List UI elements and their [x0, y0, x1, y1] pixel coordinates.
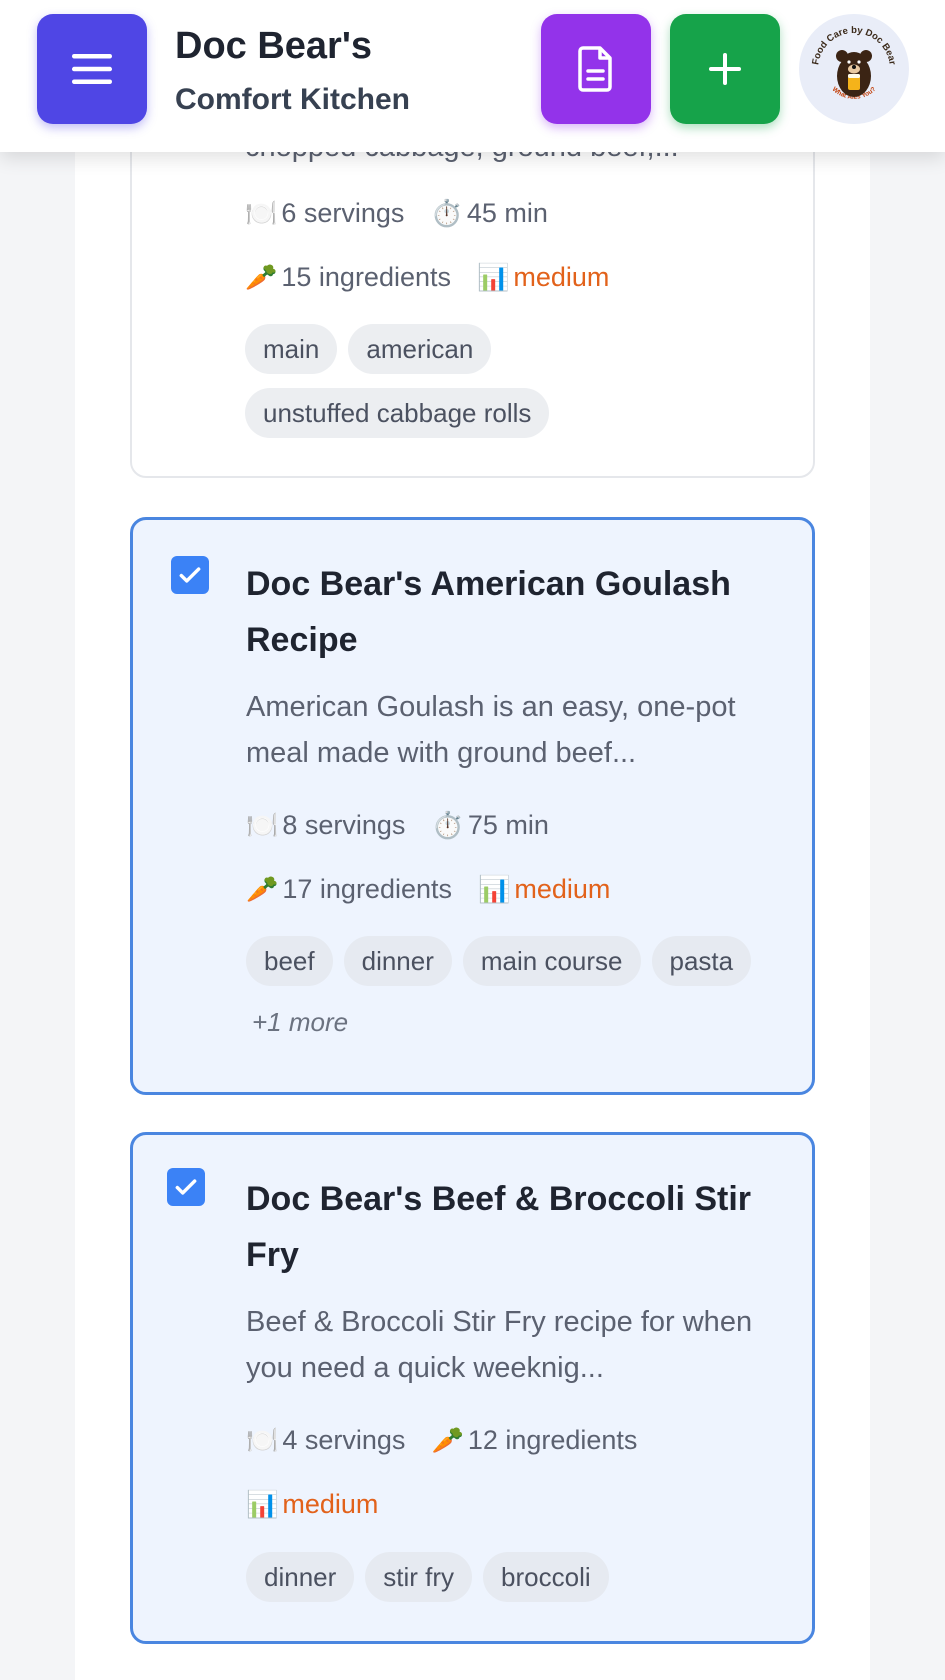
- difficulty-info: 📊 medium: [477, 257, 609, 297]
- add-recipe-button[interactable]: [670, 14, 780, 124]
- time-label: 75 min: [467, 810, 549, 840]
- difficulty-label: medium: [513, 262, 610, 292]
- more-tags-label: +1 more: [252, 1007, 349, 1037]
- hamburger-icon: [72, 54, 112, 84]
- recipe-description: American Goulash is an easy, one-pot mea…: [246, 691, 736, 769]
- profile-logo[interactable]: Food Care by Doc Bear What Ales You?: [799, 14, 909, 124]
- recipe-meta-row: 🍽️ 6 servings ⏱️ 45 min: [245, 193, 574, 233]
- carrot-icon: 🥕: [431, 1425, 464, 1455]
- recipe-meta-row: 🍽️ 4 servings 🥕 12 ingredients: [246, 1420, 663, 1460]
- ingredients-label: 12 ingredients: [467, 1425, 638, 1455]
- tag: beef: [246, 936, 333, 986]
- plate-icon: 🍽️: [246, 1425, 279, 1455]
- recipe-meta-row: 🥕 17 ingredients 📊 medium: [246, 869, 636, 909]
- tag: american: [348, 324, 492, 374]
- app-subtitle: Comfort Kitchen: [175, 83, 410, 116]
- servings-label: 4 servings: [282, 1425, 406, 1455]
- select-checkbox[interactable]: [167, 1168, 205, 1206]
- timer-icon: ⏱️: [431, 810, 464, 840]
- ingredients-label: 17 ingredients: [282, 874, 452, 904]
- tag-list: dinner stir fry broccoli: [246, 1552, 806, 1616]
- servings-label: 6 servings: [281, 198, 405, 228]
- difficulty-label: medium: [282, 1489, 379, 1519]
- difficulty-label: medium: [514, 874, 611, 904]
- tag: broccoli: [483, 1552, 609, 1602]
- carrot-icon: 🥕: [245, 262, 278, 292]
- recipe-meta-row: 🥕 15 ingredients 📊 medium: [245, 257, 635, 297]
- servings-info: 🍽️ 4 servings: [246, 1420, 405, 1460]
- timer-icon: ⏱️: [430, 198, 463, 228]
- carrot-icon: 🥕: [246, 874, 279, 904]
- app-title: Doc Bear's: [175, 25, 373, 67]
- tag: main course: [462, 936, 641, 986]
- plus-icon: [709, 53, 741, 85]
- bar-chart-icon: 📊: [246, 1489, 279, 1519]
- servings-info: 🍽️ 8 servings: [246, 805, 405, 845]
- ingredients-info: 🥕 12 ingredients: [431, 1420, 637, 1460]
- recipe-card[interactable]: Doc Bear's American Goulash Recipe Ameri…: [130, 517, 815, 1095]
- app-header: Doc Bear's Comfort Kitchen Food Care by …: [0, 0, 945, 152]
- time-label: 45 min: [466, 198, 548, 228]
- tag-list: beef dinner main course pasta +1 more: [246, 936, 806, 1050]
- tag: unstuffed cabbage rolls: [245, 388, 550, 438]
- check-icon: [175, 1179, 197, 1195]
- ingredients-label: 15 ingredients: [281, 262, 451, 292]
- tag: stir fry: [365, 1552, 473, 1602]
- tag: dinner: [246, 1552, 355, 1602]
- tag: main: [245, 324, 338, 374]
- document-button[interactable]: [541, 14, 651, 124]
- recipe-card[interactable]: Doc Bear's Beef & Broccoli Stir Fry Beef…: [130, 1132, 815, 1644]
- recipe-meta-row: 📊 medium: [246, 1484, 404, 1524]
- recipe-description: Beef & Broccoli Stir Fry recipe for when…: [246, 1306, 753, 1384]
- recipe-title[interactable]: Doc Bear's American Goulash Recipe: [246, 556, 786, 668]
- ingredients-info: 🥕 15 ingredients: [245, 257, 451, 297]
- difficulty-info: 📊 medium: [478, 869, 610, 909]
- servings-label: 8 servings: [282, 810, 406, 840]
- time-info: ⏱️ 75 min: [431, 805, 548, 845]
- servings-info: 🍽️ 6 servings: [245, 193, 404, 233]
- menu-button[interactable]: [37, 14, 147, 124]
- tag-list: main american unstuffed cabbage rolls: [245, 324, 805, 452]
- plate-icon: 🍽️: [246, 810, 279, 840]
- plate-icon: 🍽️: [245, 198, 278, 228]
- difficulty-info: 📊 medium: [246, 1484, 378, 1524]
- brand: Doc Bear's Comfort Kitchen: [175, 22, 410, 122]
- recipe-meta-row: 🍽️ 8 servings ⏱️ 75 min: [246, 805, 575, 845]
- tag: dinner: [343, 936, 452, 986]
- ingredients-info: 🥕 17 ingredients: [246, 869, 452, 909]
- tag: pasta: [651, 936, 752, 986]
- bear-logo-icon: Food Care by Doc Bear What Ales You?: [804, 19, 904, 119]
- check-icon: [179, 567, 201, 583]
- recipe-title[interactable]: Doc Bear's Beef & Broccoli Stir Fry: [246, 1171, 786, 1283]
- document-icon: [578, 46, 612, 92]
- bar-chart-icon: 📊: [478, 874, 511, 904]
- bar-chart-icon: 📊: [477, 262, 510, 292]
- time-info: ⏱️ 45 min: [430, 193, 547, 233]
- select-checkbox[interactable]: [171, 556, 209, 594]
